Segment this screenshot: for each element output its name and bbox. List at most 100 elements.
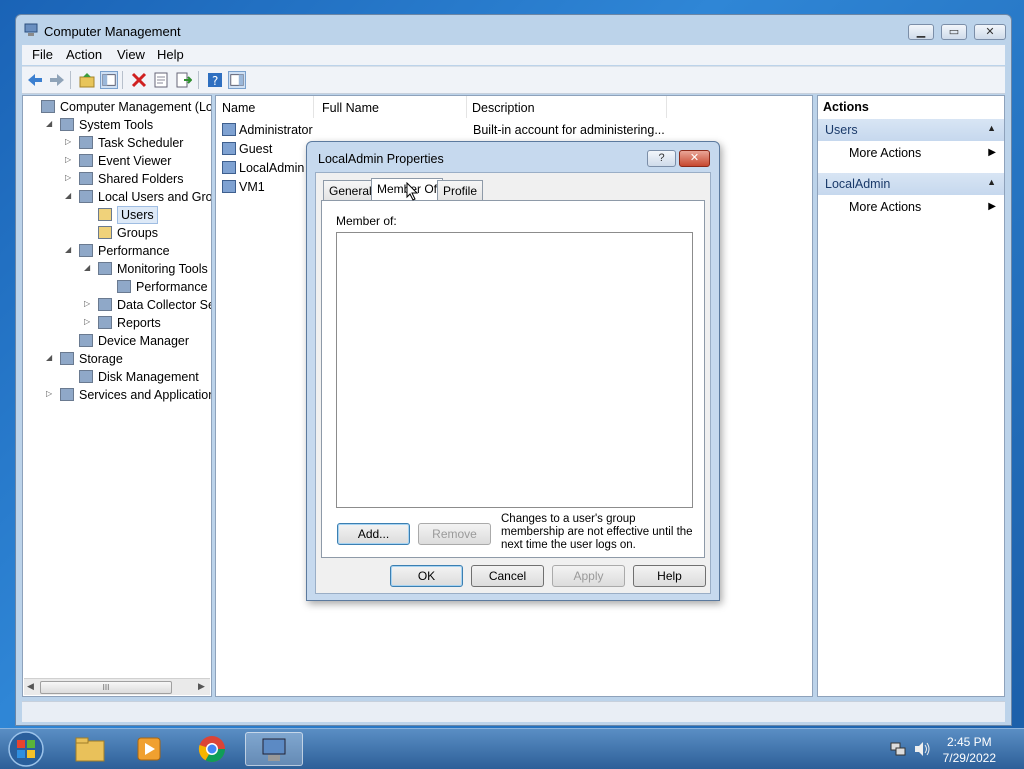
delete-icon[interactable] [130, 71, 148, 89]
tree-item[interactable]: ▷ Shared Folders [23, 170, 211, 188]
submenu-arrow-icon: ▶ [988, 147, 996, 158]
scroll-thumb[interactable]: III [40, 681, 172, 694]
menu-action[interactable]: Action [66, 47, 102, 62]
tree-item[interactable]: Disk Management [23, 368, 211, 386]
collapse-up-icon[interactable]: ▲ [987, 177, 996, 187]
more-actions-localadmin[interactable]: More Actions ▶ [818, 198, 1004, 218]
more-actions-users[interactable]: More Actions ▶ [818, 144, 1004, 164]
show-hide-console-tree-icon[interactable] [100, 71, 118, 89]
device-manager-icon [79, 334, 93, 347]
menu-view[interactable]: View [117, 47, 145, 62]
cell-name: Administrator [239, 123, 313, 137]
member-of-listbox[interactable] [336, 232, 693, 508]
start-button-icon[interactable] [6, 729, 46, 769]
actions-header: Actions [823, 100, 869, 114]
ok-button[interactable]: OK [390, 565, 463, 587]
tree-item-label: Users [117, 206, 158, 224]
event-viewer-icon [79, 154, 93, 167]
expand-arrow-icon[interactable]: ▷ [84, 318, 92, 326]
tree-item[interactable]: ◢ Storage [23, 350, 211, 368]
tree-item[interactable]: ◢ Performance [23, 242, 211, 260]
toolbar: ? [22, 66, 1005, 94]
tree-item[interactable]: ▷ Data Collector Sets [23, 296, 211, 314]
close-button[interactable]: ✕ [974, 24, 1006, 40]
expand-arrow-icon[interactable]: ▷ [65, 156, 73, 164]
reports-icon [98, 316, 112, 329]
tree-item-label: Disk Management [98, 370, 199, 384]
dialog-help-button[interactable]: ? [647, 150, 676, 167]
collapse-up-icon[interactable]: ▲ [987, 123, 996, 133]
menu-help[interactable]: Help [157, 47, 184, 62]
tree-item[interactable]: Groups [23, 224, 211, 242]
remove-button[interactable]: Remove [418, 523, 491, 545]
scroll-right-arrow[interactable]: ▶ [198, 681, 205, 692]
expand-arrow-icon[interactable]: ▷ [65, 174, 73, 182]
expand-arrow-icon[interactable]: ▷ [46, 390, 54, 398]
table-row[interactable]: Administrator Built-in account for admini… [222, 121, 802, 140]
minimize-button[interactable]: ▁ [908, 24, 934, 40]
title-bar[interactable]: Computer Management ▁ ▭ ✕ [16, 15, 1011, 45]
services-icon [60, 388, 74, 401]
help-button[interactable]: Help [633, 565, 706, 587]
tab-profile[interactable]: Profile [437, 180, 484, 200]
column-header-full-name[interactable]: Full Name [316, 96, 467, 118]
taskbar-media-player[interactable] [122, 732, 178, 766]
add-button[interactable]: Add... [337, 523, 410, 545]
help-icon[interactable]: ? [206, 71, 224, 89]
apply-button[interactable]: Apply [552, 565, 625, 587]
show-hide-action-pane-icon[interactable] [228, 71, 246, 89]
network-icon[interactable] [890, 741, 906, 757]
tree-item-label: Performance [98, 244, 170, 258]
up-folder-icon[interactable] [78, 71, 96, 89]
tree-item[interactable]: ◢ Local Users and Groups [23, 188, 211, 206]
volume-icon[interactable] [913, 741, 931, 757]
tree-item[interactable]: ▷ Event Viewer [23, 152, 211, 170]
tree-item[interactable]: ▷ Task Scheduler [23, 134, 211, 152]
expand-arrow-icon[interactable]: ▷ [84, 300, 92, 308]
menu-file[interactable]: File [32, 47, 53, 62]
actions-section-localadmin[interactable]: LocalAdmin ▲ [818, 173, 1004, 195]
collapse-arrow-icon[interactable]: ◢ [46, 354, 54, 362]
tree-item[interactable]: Performance Mo [23, 278, 211, 296]
taskbar-computer-management[interactable] [245, 732, 303, 766]
member-of-panel: Member of: Add... Remove Changes to a us… [321, 200, 705, 558]
tree-item[interactable]: Computer Management (Local [23, 98, 211, 116]
collapse-arrow-icon[interactable]: ◢ [46, 120, 54, 128]
tab-general[interactable]: General [323, 180, 378, 200]
taskbar-chrome[interactable] [184, 732, 240, 766]
console-tree: Computer Management (Local ◢ System Tools ▷… [22, 95, 212, 697]
back-arrow-icon[interactable] [26, 71, 44, 89]
clock[interactable]: 2:45 PM 7/29/2022 [943, 734, 996, 766]
properties-icon[interactable] [152, 71, 170, 89]
export-list-icon[interactable] [174, 71, 192, 89]
cancel-button[interactable]: Cancel [471, 565, 544, 587]
menu-bar: File Action View Help [22, 45, 1005, 65]
submenu-arrow-icon: ▶ [988, 201, 996, 212]
collapse-arrow-icon[interactable]: ◢ [84, 264, 92, 272]
tree-item[interactable]: ▷ Reports [23, 314, 211, 332]
tree-item[interactable]: Users [23, 206, 211, 224]
dialog-close-button[interactable]: ✕ [679, 150, 710, 167]
tree-item-label: Storage [79, 352, 123, 366]
collapse-arrow-icon[interactable]: ◢ [65, 246, 73, 254]
actions-section-users[interactable]: Users ▲ [818, 119, 1004, 141]
maximize-button[interactable]: ▭ [941, 24, 967, 40]
media-player-icon [137, 737, 161, 761]
monitoring-tools-icon [98, 262, 112, 275]
toolbar-separator [122, 71, 123, 89]
column-header-description[interactable]: Description [466, 96, 667, 118]
tree-horizontal-scrollbar[interactable]: ◀ III ▶ [24, 678, 210, 695]
cell-name: Guest [239, 142, 273, 156]
tree-item[interactable]: ◢ Monitoring Tools [23, 260, 211, 278]
tree-item[interactable]: ▷ Services and Applications [23, 386, 211, 404]
collapse-arrow-icon[interactable]: ◢ [65, 192, 73, 200]
cell-description: Built-in account for administering... [473, 123, 665, 137]
tree-item[interactable]: Device Manager [23, 332, 211, 350]
forward-arrow-icon[interactable] [48, 71, 66, 89]
tree-item[interactable]: ◢ System Tools [23, 116, 211, 134]
expand-arrow-icon[interactable]: ▷ [65, 138, 73, 146]
window-title: Computer Management [44, 24, 181, 39]
column-header-name[interactable]: Name [216, 96, 314, 118]
taskbar-explorer[interactable] [62, 732, 118, 766]
scroll-left-arrow[interactable]: ◀ [27, 681, 34, 692]
